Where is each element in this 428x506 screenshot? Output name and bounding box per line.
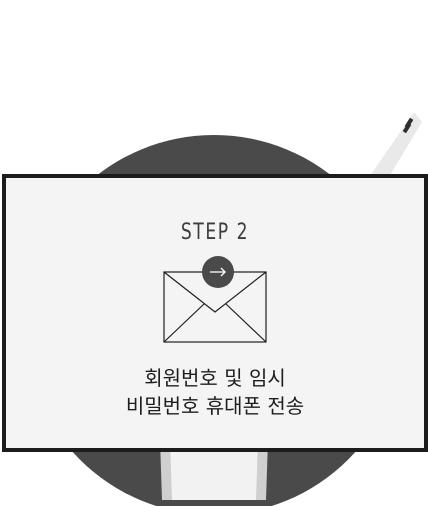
description-line-2: 비밀번호 휴대폰 전송: [125, 394, 305, 418]
description-line-1: 회원번호 및 임시: [144, 366, 286, 390]
step-card: STEP 2 회원번호 및 임시 비밀번호 휴대폰 전송: [2, 174, 428, 452]
envelope-icon: [163, 256, 267, 343]
step-2-illustration: STEP 2 회원번호 및 임시 비밀번호 휴대폰 전송: [0, 0, 428, 506]
arrow-right-icon: [202, 256, 234, 288]
step-description: 회원번호 및 임시 비밀번호 휴대폰 전송: [6, 364, 424, 420]
step-label: STEP 2: [180, 220, 250, 245]
